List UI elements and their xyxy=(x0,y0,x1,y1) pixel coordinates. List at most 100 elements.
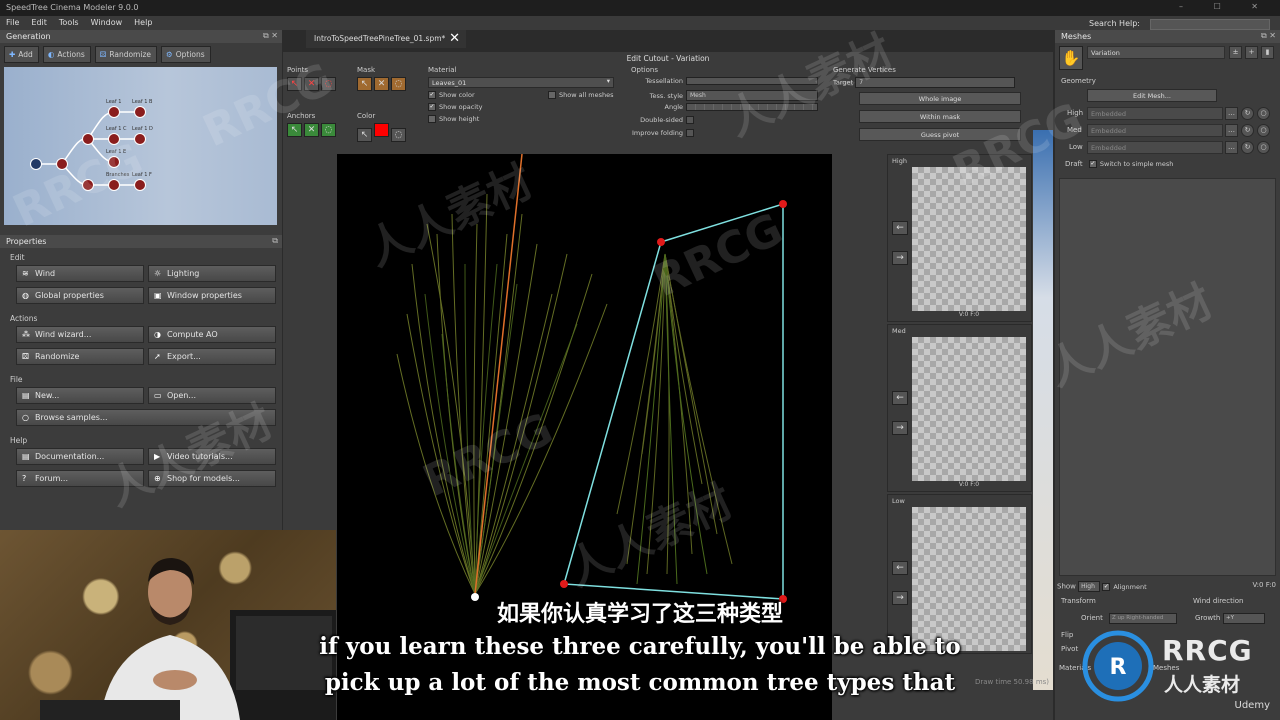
cutout-point[interactable] xyxy=(779,200,787,208)
graph-node[interactable] xyxy=(134,106,146,118)
within-mask-button[interactable]: Within mask xyxy=(859,110,1021,123)
browse-samples-button[interactable]: ○ Browse samples... xyxy=(16,409,276,426)
graph-node[interactable] xyxy=(108,179,120,191)
wind-wizard-button[interactable]: ⁂ Wind wizard... xyxy=(16,326,144,343)
reload-icon[interactable]: ↻ xyxy=(1241,141,1254,154)
show-all-meshes-checkbox[interactable]: Show all meshes xyxy=(548,91,614,103)
color-pick-icon[interactable]: ↖ xyxy=(357,128,372,142)
graph-node[interactable] xyxy=(82,179,94,191)
whole-image-button[interactable]: Whole image xyxy=(859,92,1021,105)
search-icon[interactable]: ○ xyxy=(1257,124,1270,137)
arrow-right-icon[interactable]: → xyxy=(892,421,908,435)
switch-simple-checkbox[interactable]: ✓ Switch to simple mesh xyxy=(1088,160,1173,168)
close-icon[interactable]: ✕ xyxy=(449,31,460,46)
graph-node[interactable] xyxy=(82,133,94,145)
anchor-delete-icon[interactable]: ✕ xyxy=(304,123,319,137)
anchor-clear-icon[interactable]: ◌ xyxy=(321,123,336,137)
reload-icon[interactable]: ↻ xyxy=(1241,107,1254,120)
new-button[interactable]: ▤ New... xyxy=(16,387,144,404)
delete-icon[interactable]: ▮ xyxy=(1261,46,1274,59)
documentation-button[interactable]: ▤ Documentation... xyxy=(16,448,144,465)
guess-pivot-button[interactable]: Guess pivot xyxy=(859,128,1021,141)
export-button[interactable]: ➚ Export... xyxy=(148,348,276,365)
tessellation-slider[interactable] xyxy=(686,77,818,85)
lighting-button[interactable]: ☼ Lighting xyxy=(148,265,276,282)
graph-node[interactable] xyxy=(108,133,120,145)
search-icon[interactable]: ○ xyxy=(1257,141,1270,154)
mesh-preview-area[interactable] xyxy=(1059,178,1276,576)
mask-clear-icon[interactable]: ◌ xyxy=(391,77,406,91)
mesh-low-field[interactable]: Embedded xyxy=(1087,141,1223,154)
panel-close-icon[interactable]: ⧉ ✕ xyxy=(263,31,278,41)
mesh-high-field[interactable]: Embedded xyxy=(1087,107,1223,120)
mask-select-icon[interactable]: ↖ xyxy=(357,77,372,91)
options-button[interactable]: ⚙ Options xyxy=(161,46,211,63)
forum-button[interactable]: ? Forum... xyxy=(16,470,144,487)
graph-node-root[interactable] xyxy=(30,158,42,170)
rename-icon[interactable]: ± xyxy=(1229,46,1242,59)
add-icon[interactable]: + xyxy=(1245,46,1258,59)
arrow-left-icon[interactable]: ← xyxy=(892,221,908,235)
actions-button[interactable]: ◐ Actions xyxy=(42,46,91,63)
generation-graph[interactable]: Leaf 1 Leaf 1 B Leaf 1 C Leaf 1 D Leaf 1… xyxy=(4,67,277,225)
delete-point-icon[interactable]: ✕ xyxy=(304,77,319,91)
video-tutorials-button[interactable]: ▶ Video tutorials... xyxy=(148,448,276,465)
cutout-point[interactable] xyxy=(657,238,665,246)
add-point-icon[interactable]: ↖ xyxy=(287,77,302,91)
panel-pin-icon[interactable]: ⧉ xyxy=(272,236,278,246)
cutout-point[interactable] xyxy=(560,580,568,588)
double-sided-checkbox[interactable] xyxy=(686,116,694,124)
reload-icon[interactable]: ↻ xyxy=(1241,124,1254,137)
graph-node[interactable] xyxy=(134,133,146,145)
menu-help[interactable]: Help xyxy=(128,16,158,29)
open-button[interactable]: ▭ Open... xyxy=(148,387,276,404)
edit-mesh-button[interactable]: Edit Mesh... xyxy=(1087,89,1217,102)
anchor-add-icon[interactable]: ↖ xyxy=(287,123,302,137)
graph-node[interactable] xyxy=(134,179,146,191)
panel-close-icon[interactable]: ⧉ ✕ xyxy=(1261,31,1276,41)
menu-file[interactable]: File xyxy=(0,16,25,29)
window-controls[interactable]: – ☐ ✕ xyxy=(1179,2,1272,11)
improve-folding-checkbox[interactable] xyxy=(686,129,694,137)
points-label: Points xyxy=(287,66,309,74)
show-height-checkbox[interactable]: Show height xyxy=(428,115,614,127)
show-select[interactable]: High xyxy=(1078,581,1101,592)
variation-select[interactable]: Variation xyxy=(1087,46,1225,59)
mesh-med-field[interactable]: Embedded xyxy=(1087,124,1223,137)
randomize-toolbar-button[interactable]: ⚄ Randomize xyxy=(94,46,157,63)
mask-delete-icon[interactable]: ✕ xyxy=(374,77,389,91)
browse-icon[interactable]: … xyxy=(1225,124,1238,137)
show-opacity-checkbox[interactable]: ✓ Show opacity xyxy=(428,103,614,115)
search-help-input[interactable] xyxy=(1150,19,1270,30)
search-icon[interactable]: ○ xyxy=(1257,107,1270,120)
graph-node[interactable] xyxy=(108,156,120,168)
graph-node[interactable] xyxy=(108,106,120,118)
global-properties-button[interactable]: ◍ Global properties xyxy=(16,287,144,304)
browse-icon[interactable]: … xyxy=(1225,141,1238,154)
material-select[interactable]: Leaves_01 xyxy=(428,77,614,88)
alignment-checkbox[interactable]: ✓ Alignment xyxy=(1102,582,1147,591)
document-tab[interactable]: IntroToSpeedTreePineTree_01.spm* ✕ xyxy=(306,30,466,48)
graph-node[interactable] xyxy=(56,158,68,170)
add-button[interactable]: ✚ Add xyxy=(4,46,39,63)
clear-points-icon[interactable]: ◌ xyxy=(321,77,336,91)
cutout-outline[interactable] xyxy=(563,202,784,600)
compute-ao-button[interactable]: ◑ Compute AO xyxy=(148,326,276,343)
menu-tools[interactable]: Tools xyxy=(53,16,85,29)
arrow-left-icon[interactable]: ← xyxy=(892,561,908,575)
randomize-button[interactable]: ⚄ Randomize xyxy=(16,348,144,365)
browse-icon[interactable]: … xyxy=(1225,107,1238,120)
menu-window[interactable]: Window xyxy=(85,16,129,29)
hand-icon[interactable]: ✋ xyxy=(1059,46,1083,70)
wind-button[interactable]: ≋ Wind xyxy=(16,265,144,282)
window-properties-button[interactable]: ▣ Window properties xyxy=(148,287,276,304)
target-spinbox[interactable]: 7 xyxy=(855,77,1016,88)
color-clear-icon[interactable]: ◌ xyxy=(391,128,406,142)
color-swatch[interactable] xyxy=(374,123,389,137)
arrow-left-icon[interactable]: ← xyxy=(892,391,908,405)
tess-style-select[interactable]: Mesh xyxy=(686,90,818,101)
menu-edit[interactable]: Edit xyxy=(25,16,53,29)
arrow-right-icon[interactable]: → xyxy=(892,251,908,265)
shop-button[interactable]: ⊕ Shop for models... xyxy=(148,470,276,487)
angle-slider[interactable] xyxy=(686,103,818,111)
